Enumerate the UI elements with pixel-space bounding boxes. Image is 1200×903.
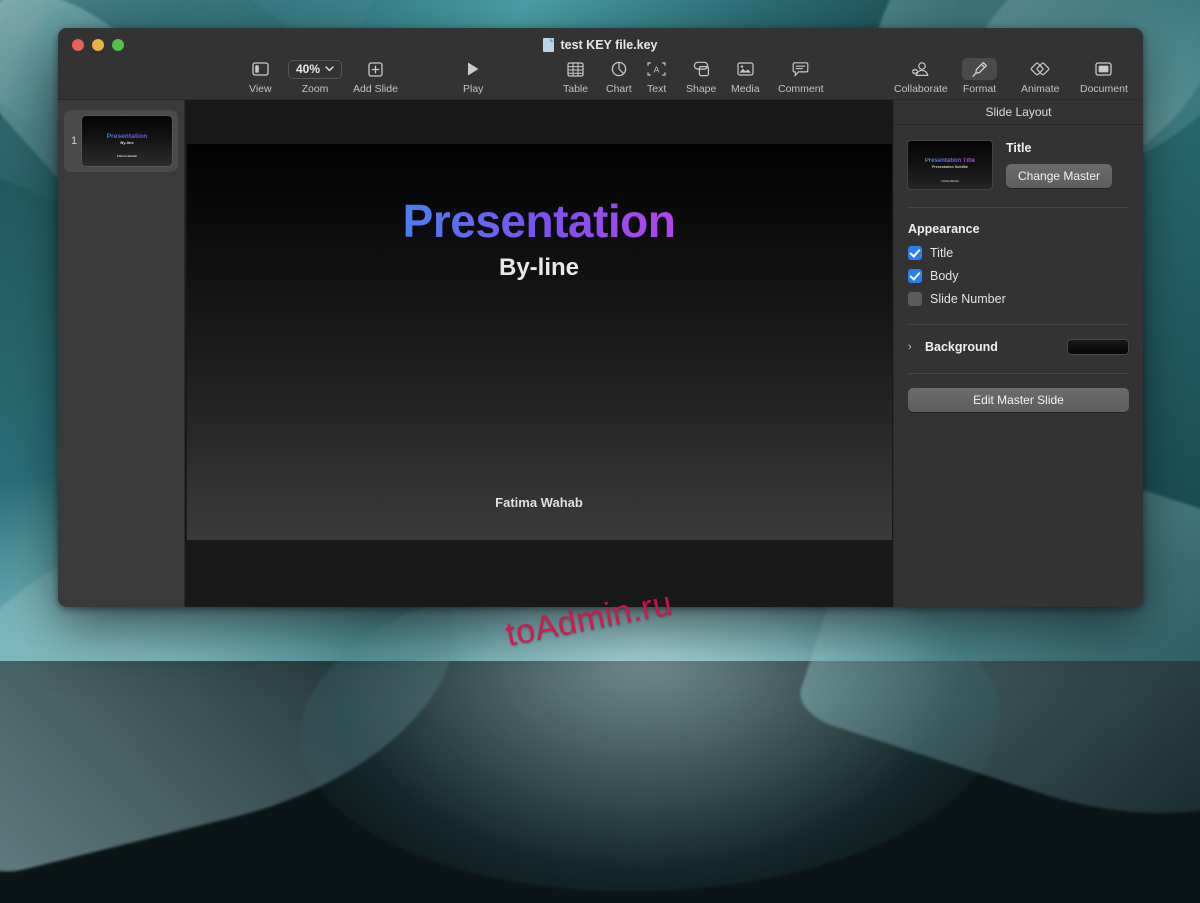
toolbar-collaborate-label: Collaborate: [894, 83, 948, 95]
background-row[interactable]: › Background: [908, 339, 1129, 355]
toolbar-shape-label: Shape: [686, 83, 716, 95]
checkbox-slide-number-label: Slide Number: [930, 292, 1006, 306]
table-grid-icon: [567, 58, 584, 80]
background-label-group[interactable]: › Background: [908, 340, 998, 354]
slide-title-text[interactable]: Presentation: [187, 194, 892, 248]
background-label: Background: [925, 340, 998, 354]
zoom-value-popup[interactable]: 40%: [288, 58, 342, 80]
window-titlebar: test KEY file.key View 40% Zoom Add: [58, 28, 1143, 100]
toolbar-table-button[interactable]: Table: [563, 58, 588, 95]
toolbar-animate-label: Animate: [1021, 83, 1060, 95]
master-slide-row: Presentation Title Presentation Subtitle…: [908, 141, 1129, 189]
slide-subtitle-text[interactable]: By-line: [187, 254, 892, 282]
toolbar-table-label: Table: [563, 83, 588, 95]
document-title[interactable]: test KEY file.key: [58, 38, 1143, 52]
document-title-text: test KEY file.key: [560, 38, 657, 52]
text-box-icon: A: [647, 58, 666, 80]
appearance-option-slide-number[interactable]: Slide Number: [908, 292, 1129, 306]
toolbar-media-label: Media: [731, 83, 760, 95]
toolbar-chart-button[interactable]: Chart: [606, 58, 632, 95]
thumbnail-footer: Fatima Wahab: [82, 154, 172, 158]
appearance-option-body[interactable]: Body: [908, 269, 1129, 283]
appearance-option-title[interactable]: Title: [908, 246, 1129, 260]
inspector-body: Presentation Title Presentation Subtitle…: [894, 125, 1143, 412]
chevron-right-icon[interactable]: ›: [908, 341, 917, 353]
toolbar-comment-label: Comment: [778, 83, 824, 95]
toolbar-format-button[interactable]: Format: [962, 58, 997, 95]
toolbar-add-slide-label: Add Slide: [353, 83, 398, 95]
master-thumbnail-footer: Fatima Wahab: [908, 180, 992, 183]
master-thumbnail-subtitle: Presentation Subtitle: [908, 165, 992, 169]
master-info: Title Change Master: [1006, 141, 1112, 188]
inspector-header: Slide Layout: [894, 100, 1143, 125]
divider: [908, 324, 1129, 325]
toolbar-text-button[interactable]: A Text: [647, 58, 666, 95]
toolbar-collaborate-button[interactable]: Collaborate: [894, 58, 948, 95]
speech-bubble-icon: [792, 58, 809, 80]
background-color-swatch[interactable]: [1067, 339, 1129, 355]
keynote-document-icon: [543, 38, 554, 52]
toolbar-play-label: Play: [463, 83, 483, 95]
shapes-icon: [693, 58, 710, 80]
photo-icon: [737, 58, 754, 80]
appearance-section-title: Appearance: [908, 222, 1129, 236]
slide-footer-text[interactable]: Fatima Wahab: [187, 495, 892, 510]
slide-number: 1: [66, 135, 82, 147]
edit-master-slide-button[interactable]: Edit Master Slide: [908, 388, 1129, 412]
toolbar-document-button[interactable]: Document: [1080, 58, 1128, 95]
checkbox-body[interactable]: [908, 269, 922, 283]
divider: [908, 207, 1129, 208]
keynote-window: test KEY file.key View 40% Zoom Add: [58, 28, 1143, 607]
checkbox-slide-number[interactable]: [908, 292, 922, 306]
svg-text:A: A: [654, 64, 660, 74]
slide-navigator[interactable]: 1 Presentation By-line Fatima Wahab: [58, 100, 185, 607]
play-triangle-icon: [466, 58, 480, 80]
toolbar-zoom-label: Zoom: [302, 83, 329, 95]
toolbar-media-button[interactable]: Media: [731, 58, 760, 95]
toolbar-zoom-control[interactable]: 40% Zoom: [288, 58, 342, 95]
plus-square-icon: [368, 58, 383, 80]
diamonds-icon: [1030, 58, 1050, 80]
toolbar-view-button[interactable]: View: [249, 58, 272, 95]
slide-canvas[interactable]: Presentation By-line Fatima Wahab: [187, 144, 892, 540]
toolbar-text-label: Text: [647, 83, 666, 95]
checkbox-title[interactable]: [908, 246, 922, 260]
toolbar-play-button[interactable]: Play: [463, 58, 483, 95]
slide-thumbnail-item[interactable]: 1 Presentation By-line Fatima Wahab: [64, 110, 178, 172]
change-master-button[interactable]: Change Master: [1006, 164, 1112, 188]
paintbrush-icon: [962, 58, 997, 80]
inspector-header-label: Slide Layout: [985, 105, 1051, 119]
zoom-value: 40%: [296, 62, 320, 76]
master-slide-thumbnail[interactable]: Presentation Title Presentation Subtitle…: [908, 141, 992, 189]
person-add-icon: [911, 58, 930, 80]
toolbar-comment-button[interactable]: Comment: [778, 58, 824, 95]
master-thumbnail-title: Presentation Title: [908, 158, 992, 164]
divider: [908, 373, 1129, 374]
pie-chart-icon: [611, 58, 627, 80]
slide-thumbnail-preview[interactable]: Presentation By-line Fatima Wahab: [82, 116, 172, 166]
thumbnail-subtitle: By-line: [82, 140, 172, 145]
window-body: 1 Presentation By-line Fatima Wahab Pres…: [58, 100, 1143, 607]
master-name-label: Title: [1006, 141, 1112, 155]
chevron-down-icon: [325, 66, 334, 72]
toolbar-add-slide-button[interactable]: Add Slide: [353, 58, 398, 95]
toolbar-chart-label: Chart: [606, 83, 632, 95]
toolbar-view-label: View: [249, 83, 272, 95]
checkbox-title-label: Title: [930, 246, 953, 260]
toolbar-shape-button[interactable]: Shape: [686, 58, 716, 95]
toolbar-format-label: Format: [963, 83, 996, 95]
checkbox-body-label: Body: [930, 269, 959, 283]
thumbnail-title: Presentation: [82, 133, 172, 140]
document-panel-icon: [1095, 58, 1112, 80]
format-inspector-panel: Slide Layout Presentation Title Presenta…: [893, 100, 1143, 607]
toolbar-document-label: Document: [1080, 83, 1128, 95]
toolbar-animate-button[interactable]: Animate: [1021, 58, 1060, 95]
slide-canvas-area[interactable]: Presentation By-line Fatima Wahab: [185, 100, 893, 607]
sidebar-panel-icon: [252, 58, 269, 80]
